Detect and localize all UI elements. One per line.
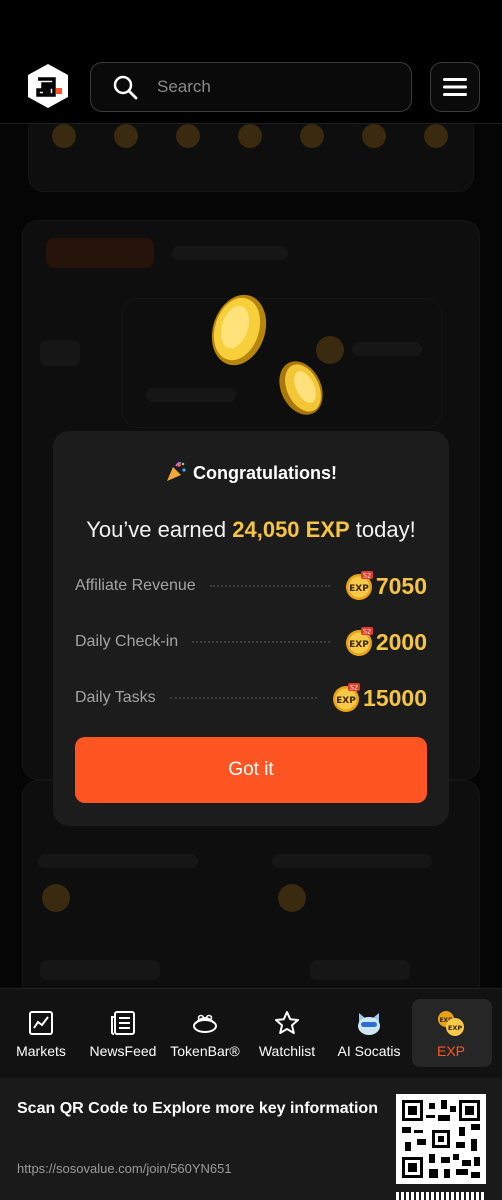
earned-summary: You’ve earned 24,050 EXP today! [53,517,449,543]
earned-amount: 24,050 EXP [232,517,350,542]
bg-dot [362,124,386,148]
nav-label: EXP [436,1043,465,1059]
nav-label: NewsFeed [89,1043,157,1059]
ai-cat-icon [358,1013,380,1035]
newspaper-icon [111,1011,135,1035]
bg-dot [300,124,324,148]
bottom-nav: Markets NewsFeed TokenBar® Watchlist AI … [0,988,502,1078]
bg-dot [238,124,262,148]
reward-value: 2000 [375,628,427,655]
qr-code-image [402,1100,480,1178]
svg-text:EXP: EXP [336,696,356,706]
bg-bar [310,960,410,980]
earned-prefix: You’ve earned [86,517,233,542]
nav-label: Watchlist [258,1043,316,1059]
bg-dot [114,124,138,148]
bg-bar [146,388,236,402]
qr-caption-strip [396,1192,486,1200]
chart-icon [29,1011,53,1035]
star-icon [275,1011,299,1034]
modal-title: Congratulations! [53,461,449,484]
bg-dot [52,124,76,148]
bg-dot [176,124,200,148]
svg-text:S2: S2 [363,628,371,636]
bg-pill [40,340,80,366]
reward-row-checkin: Daily Check-in EXP S2 2000 [75,624,427,660]
search-input[interactable]: Search [90,62,412,112]
gold-coin-icon [279,361,323,415]
svg-text:S2: S2 [363,572,371,580]
modal-title-text: Congratulations! [193,463,337,483]
search-placeholder: Search [157,77,211,96]
reward-row-affiliate: Affiliate Revenue EXP S2 7050 [75,568,427,604]
bg-dot [42,884,70,912]
party-popper-icon [167,462,186,481]
search-icon [113,75,138,100]
qr-footer: Scan QR Code to Explore more key informa… [0,1078,502,1200]
earned-suffix: today! [349,517,416,542]
bg-tab [46,238,154,268]
bg-bar [38,854,198,868]
exp-badge-icon: EXP S2 [345,571,373,600]
dotted-leader [169,697,318,699]
bg-dot [424,124,448,148]
bg-bar [40,960,160,980]
nav-item-tokenbar[interactable]: TokenBar® [164,989,246,1079]
nav-item-newsfeed[interactable]: NewsFeed [82,989,164,1079]
exp-badge-icon: EXP S2 [345,627,373,656]
footer-title: Scan QR Code to Explore more key informa… [17,1100,378,1117]
dotted-leader [192,641,330,643]
reward-row-tasks: Daily Tasks EXP S2 15000 [75,680,427,716]
qr-code [396,1094,486,1184]
bg-bar [352,342,422,356]
dotted-leader [209,585,330,587]
nav-item-markets[interactable]: Markets [0,989,82,1079]
nav-item-ai-socatis[interactable]: AI Socatis [328,989,410,1079]
bg-dot [278,884,306,912]
svg-text:EXP: EXP [448,1024,462,1032]
svg-text:EXP: EXP [349,640,369,650]
sosovalue-logo[interactable] [24,62,72,110]
bg-bar [272,854,432,868]
reward-value: 7050 [375,572,427,599]
footer-url[interactable]: https://sosovalue.com/join/560YN651 [17,1161,232,1176]
nav-item-exp[interactable]: EXP EXP EXP [410,989,492,1079]
reward-label: Daily Tasks [75,689,156,706]
svg-text:EXP: EXP [349,584,369,594]
got-it-button[interactable]: Got it [75,737,427,803]
nav-item-watchlist[interactable]: Watchlist [246,989,328,1079]
bg-tab [172,246,288,260]
svg-text:S2: S2 [350,684,358,692]
top-header: Search [0,0,502,124]
exp-badge-icon: EXP S2 [333,683,361,712]
nav-label: Markets [16,1043,66,1059]
menu-button[interactable] [430,62,480,112]
reward-label: Affiliate Revenue [75,577,196,594]
hamburger-icon [443,78,467,96]
nav-label: TokenBar® [170,1043,240,1059]
gold-coin-icon [211,294,267,366]
exp-coin-icon: EXP EXP [438,1011,464,1036]
nav-label: AI Socatis [337,1043,401,1059]
congrats-modal: Congratulations! You’ve earned 24,050 EX… [53,431,449,826]
reward-value: 15000 [363,684,427,711]
tokenbar-icon [193,1014,217,1033]
reward-label: Daily Check-in [75,633,179,650]
